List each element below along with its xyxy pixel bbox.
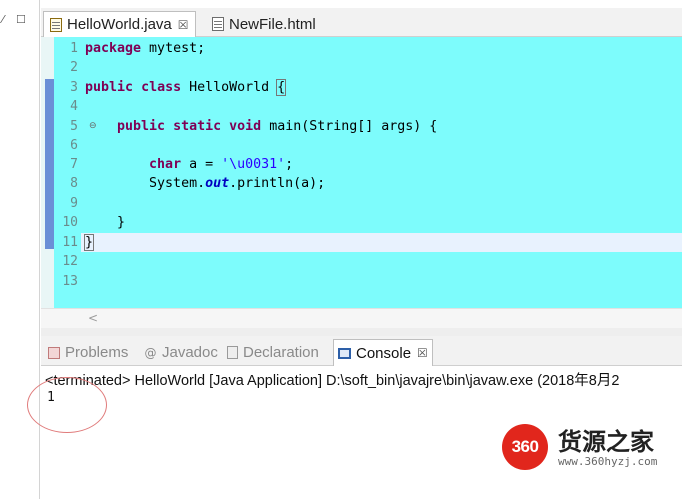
restore-icon[interactable]: ⁄ [2, 13, 4, 26]
line-number: 12 [62, 254, 78, 269]
watermark: 360 货源之家 www.360hyzj.com [502, 420, 682, 470]
code-line: char a = '\u0031'; [149, 157, 294, 172]
tab-problems[interactable]: Problems [44, 339, 132, 366]
line-number: 8 [70, 176, 78, 191]
code-line: public class HelloWorld { [85, 79, 287, 96]
change-ruler [41, 37, 54, 308]
code-line: public static void main(String[] args) { [117, 119, 438, 134]
line-number: 2 [70, 60, 78, 75]
tab-label: Declaration [243, 344, 319, 361]
maximize-icon[interactable]: ☐ [16, 13, 26, 26]
code-text[interactable]: package mytest; public class HelloWorld … [81, 37, 682, 308]
tab-label: Problems [65, 344, 129, 361]
line-number: 10 [62, 215, 78, 230]
sash-divider[interactable] [41, 328, 682, 336]
line-number-gutter: 1 2 3 4 5 6 7 8 9 10 11 12 13 ⊖ [54, 37, 96, 308]
horizontal-scrollbar[interactable]: < [41, 308, 682, 328]
tab-newfile-html[interactable]: NewFile.html [206, 11, 322, 37]
code-editor[interactable]: 1 2 3 4 5 6 7 8 9 10 11 12 13 ⊖ package … [41, 37, 682, 308]
close-icon[interactable]: ☒ [178, 18, 189, 32]
javadoc-icon: @ [144, 345, 157, 360]
watermark-name: 货源之家 [558, 427, 654, 456]
tab-javadoc[interactable]: @ Javadoc [140, 339, 222, 366]
tab-label: NewFile.html [229, 15, 316, 33]
console-status-line: <terminated> HelloWorld [Java Applicatio… [45, 373, 620, 389]
java-file-icon [50, 17, 62, 32]
close-icon[interactable]: ☒ [417, 346, 428, 360]
current-code-line: } [81, 233, 682, 252]
tab-console[interactable]: Console ☒ [333, 339, 433, 366]
watermark-logo: 360 [502, 424, 548, 470]
line-number: 13 [62, 274, 78, 289]
editor-tab-bar: HelloWorld.java ☒ NewFile.html [41, 8, 682, 37]
tab-helloworld-java[interactable]: HelloWorld.java ☒ [43, 11, 196, 37]
tab-declaration[interactable]: Declaration [223, 339, 323, 366]
scroll-left-arrow-icon[interactable]: < [88, 311, 98, 325]
problems-icon [48, 346, 60, 359]
tab-label: HelloWorld.java [67, 16, 172, 33]
tab-label: Javadoc [162, 344, 218, 361]
line-number: 4 [70, 99, 78, 114]
code-line: } [85, 215, 126, 230]
view-tab-bar: Problems @ Javadoc Declaration Console ☒ [41, 336, 682, 366]
html-file-icon [212, 17, 224, 31]
line-number: 3 [70, 80, 78, 95]
code-line: package mytest; [85, 41, 206, 56]
line-number: 11 [62, 235, 78, 250]
code-line: System.out.println(a); [85, 176, 326, 191]
text-caret [93, 234, 95, 249]
tab-label: Console [356, 344, 412, 362]
console-icon [338, 347, 351, 359]
line-number: 6 [70, 138, 78, 153]
change-marker [45, 79, 54, 249]
left-panel-strip: ⁄ ☐ [0, 0, 40, 499]
declaration-icon [227, 346, 238, 359]
line-number: 9 [70, 196, 78, 211]
line-number: 5 [70, 119, 78, 134]
annotation-circle [27, 377, 107, 433]
line-number: 1 [70, 41, 78, 56]
watermark-url: www.360hyzj.com [558, 455, 658, 468]
line-number: 7 [70, 157, 78, 172]
